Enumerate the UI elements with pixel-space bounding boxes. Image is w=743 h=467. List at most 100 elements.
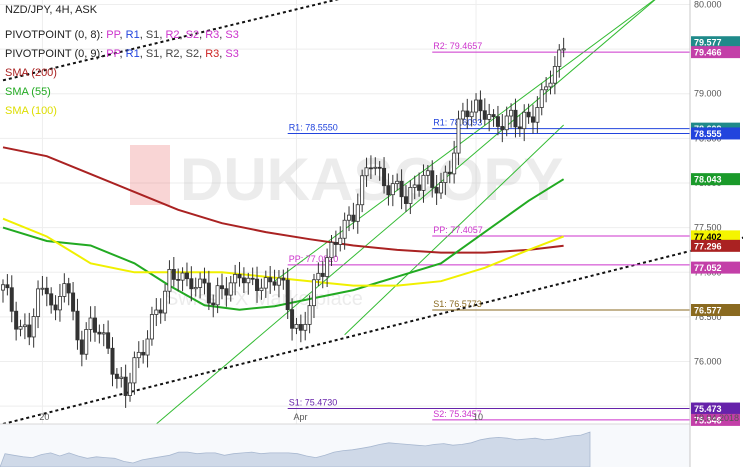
legend-token: S2 xyxy=(186,48,199,60)
price-badge: 79.466 xyxy=(691,46,740,59)
candle-up xyxy=(163,290,168,314)
candle-up xyxy=(101,332,106,335)
candle-up xyxy=(452,152,457,175)
candle-up xyxy=(364,167,369,177)
candle-up xyxy=(215,285,220,306)
candle-up xyxy=(263,277,268,289)
price-badge: 78.555 xyxy=(691,127,740,140)
legend-token: R1 xyxy=(126,48,140,60)
candle-down xyxy=(53,304,58,311)
y-tick-label: 79.000 xyxy=(694,89,722,99)
candle-down xyxy=(5,284,10,289)
candle-down xyxy=(290,309,295,329)
legend-row: SMA (100) xyxy=(5,105,57,117)
legend-row: PIVOTPOINT (0, 9): PP, R1, S1, R2, S2, R… xyxy=(5,48,239,60)
candle-up xyxy=(539,89,544,108)
candle-up xyxy=(88,317,93,330)
candle-down xyxy=(44,287,49,295)
candle-up xyxy=(119,376,124,379)
candle-down xyxy=(9,287,14,312)
chart-background xyxy=(0,0,743,467)
legend-token: PP xyxy=(106,29,120,41)
candle-down xyxy=(500,126,505,131)
candle-down xyxy=(71,292,76,312)
legend-token: S3 xyxy=(225,29,238,41)
price-badge: 78.043 xyxy=(691,173,740,186)
candle-down xyxy=(285,279,290,311)
candle-up xyxy=(259,287,264,292)
candle-down xyxy=(268,277,273,283)
candle-down xyxy=(447,171,452,175)
price-badge-label: 78.555 xyxy=(694,129,722,139)
price-badge-label: 76.577 xyxy=(694,306,722,316)
candle-down xyxy=(495,116,500,127)
candle-up xyxy=(57,296,62,311)
candle-up xyxy=(342,219,347,239)
candle-down xyxy=(211,302,216,306)
candle-down xyxy=(272,281,277,286)
candle-up xyxy=(408,186,413,204)
candle-up xyxy=(443,171,448,184)
candle-up xyxy=(456,118,461,154)
price-badge-label: 78.043 xyxy=(694,175,722,185)
candle-down xyxy=(75,310,80,341)
candle-down xyxy=(123,376,128,396)
candle-down xyxy=(320,272,325,277)
candle-up xyxy=(561,48,566,51)
legend-token: S1 xyxy=(146,29,159,41)
candle-up xyxy=(233,274,238,284)
legend-token: R1 xyxy=(126,29,140,41)
x-tick-label: Apr xyxy=(293,412,307,422)
price-badge-label: 77.052 xyxy=(694,263,722,273)
candle-up xyxy=(469,111,474,118)
candle-down xyxy=(66,283,71,294)
candle-up xyxy=(544,86,549,91)
candle-up xyxy=(31,316,36,338)
candle-up xyxy=(316,272,321,281)
legend-token: PIVOTPOINT (0, 9): xyxy=(5,48,106,60)
pivot-label: S1: 76.5773 xyxy=(433,299,482,309)
candle-up xyxy=(18,326,23,330)
candle-up xyxy=(552,66,557,84)
candle-up xyxy=(180,272,185,281)
candle-up xyxy=(509,109,514,117)
legend-token: SMA (200) xyxy=(5,67,57,79)
candle-down xyxy=(526,111,531,118)
candle-up xyxy=(535,107,540,123)
candle-up xyxy=(228,282,233,296)
candle-up xyxy=(193,287,198,290)
price-badge-label: 79.466 xyxy=(694,48,722,58)
candle-down xyxy=(49,293,54,306)
candle-down xyxy=(530,116,535,123)
candle-down xyxy=(377,166,382,169)
candle-down xyxy=(281,277,286,281)
candle-down xyxy=(333,242,338,245)
candle-up xyxy=(460,110,465,120)
price-badge: 77.296 xyxy=(691,239,740,252)
candle-down xyxy=(141,351,146,356)
legend-row: PIVOTPOINT (0, 8): PP, R1, S1, R2, S2, R… xyxy=(5,29,239,41)
candle-up xyxy=(84,329,89,355)
legend-token: PP xyxy=(106,48,120,60)
navigator-strip[interactable] xyxy=(0,424,690,467)
legend-token: SMA (55) xyxy=(5,86,51,98)
candle-down xyxy=(237,274,242,279)
symbol-title: NZD/JPY, 4H, ASK xyxy=(5,4,98,16)
candle-up xyxy=(22,324,27,328)
candle-up xyxy=(421,174,426,191)
candle-down xyxy=(250,277,255,280)
candle-up xyxy=(347,214,352,221)
candle-down xyxy=(430,170,435,188)
candle-up xyxy=(360,175,365,206)
candle-up xyxy=(311,279,316,307)
candle-up xyxy=(307,305,312,325)
candle-up xyxy=(128,382,133,396)
x-tick-label: 10 xyxy=(473,412,483,422)
candle-up xyxy=(548,82,553,88)
candle-up xyxy=(154,309,159,315)
candle-down xyxy=(386,185,391,196)
legend-token: R3 xyxy=(205,29,219,41)
candle-down xyxy=(517,126,522,130)
candle-down xyxy=(513,109,518,128)
candle-down xyxy=(478,99,483,112)
